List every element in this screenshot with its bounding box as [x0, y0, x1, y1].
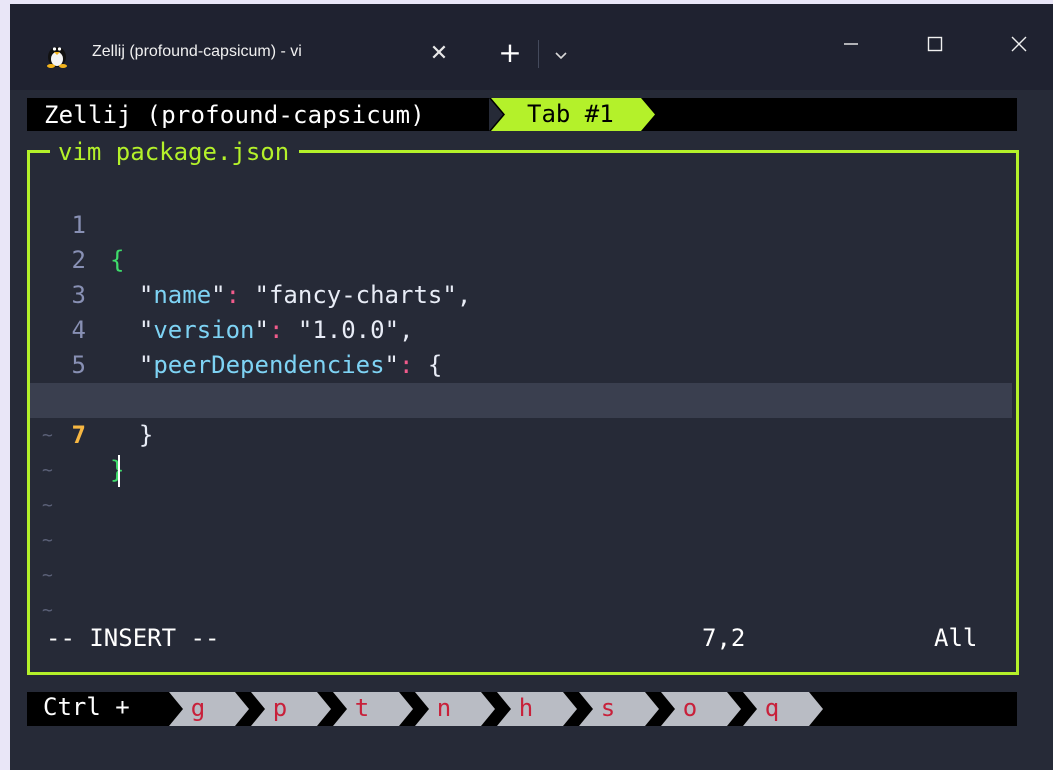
zellij-keybinding-bar: Ctrl + g p t n h s o q: [27, 692, 1017, 726]
tux-penguin-icon: [47, 47, 67, 68]
close-window-button[interactable]: [994, 26, 1044, 66]
new-tab-button[interactable]: +: [492, 36, 528, 72]
empty-line-marker: ~: [42, 460, 53, 481]
key-q[interactable]: q: [757, 694, 787, 722]
key-t[interactable]: t: [347, 694, 377, 722]
key-o[interactable]: o: [675, 694, 705, 722]
minimize-button[interactable]: [826, 26, 876, 66]
code-area[interactable]: 1 { 2 "name": "fancy-charts", 3 "version…: [30, 173, 1016, 628]
title-bar: Zellij (profound-capsicum) - vi ✕ +: [10, 4, 1053, 90]
empty-line-marker: ~: [42, 495, 53, 516]
code-line: 5 "chart.js": "^3.x.x": [30, 313, 1016, 414]
empty-line-marker: ~: [42, 565, 53, 586]
code-line: 4 "peerDependencies": {: [30, 278, 1016, 379]
session-name: Zellij (profound-capsicum): [44, 100, 425, 129]
maximize-button[interactable]: [910, 26, 960, 66]
key-h[interactable]: h: [511, 694, 541, 722]
empty-line-marker: ~: [42, 600, 53, 621]
vim-status-line: -- INSERT -- 7,2 All: [30, 624, 1016, 657]
zellij-tab-bar: Zellij (profound-capsicum) Tab #1: [27, 98, 1017, 131]
scroll-indicator: All: [934, 624, 978, 652]
key-g[interactable]: g: [183, 694, 213, 722]
pane-title: vim package.json: [50, 139, 300, 165]
chevron-down-icon[interactable]: [548, 40, 574, 68]
close-tab-icon[interactable]: ✕: [424, 39, 454, 69]
terminal-tab[interactable]: Zellij (profound-capsicum) - vi ✕: [30, 32, 464, 78]
ctrl-prefix: Ctrl +: [43, 693, 130, 721]
tab-title: Zellij (profound-capsicum) - vi: [92, 43, 302, 60]
current-line: 7 }: [30, 383, 1012, 487]
tab-label: Tab #1: [527, 100, 614, 128]
key-s[interactable]: s: [593, 694, 623, 722]
terminal-content[interactable]: Zellij (profound-capsicum) Tab #1 vim pa…: [10, 90, 1053, 770]
empty-line-marker: ~: [42, 530, 53, 551]
key-n[interactable]: n: [429, 694, 459, 722]
code-line: 1 {: [30, 173, 1016, 274]
cursor-position: 7,2: [702, 624, 746, 652]
empty-line-marker: ~: [42, 425, 53, 446]
editor-pane[interactable]: vim package.json 1 { 2 "name": "fancy-ch…: [27, 139, 1019, 675]
code-line: 2 "name": "fancy-charts",: [30, 208, 1016, 309]
key-p[interactable]: p: [265, 694, 295, 722]
code-line: 3 "version": "1.0.0",: [30, 243, 1016, 344]
code-line: 6 }: [30, 348, 1016, 449]
tab-separator: [538, 40, 539, 68]
mode-indicator: -- INSERT --: [46, 624, 220, 652]
terminal-window: Zellij (profound-capsicum) - vi ✕ + Zell…: [10, 4, 1053, 770]
